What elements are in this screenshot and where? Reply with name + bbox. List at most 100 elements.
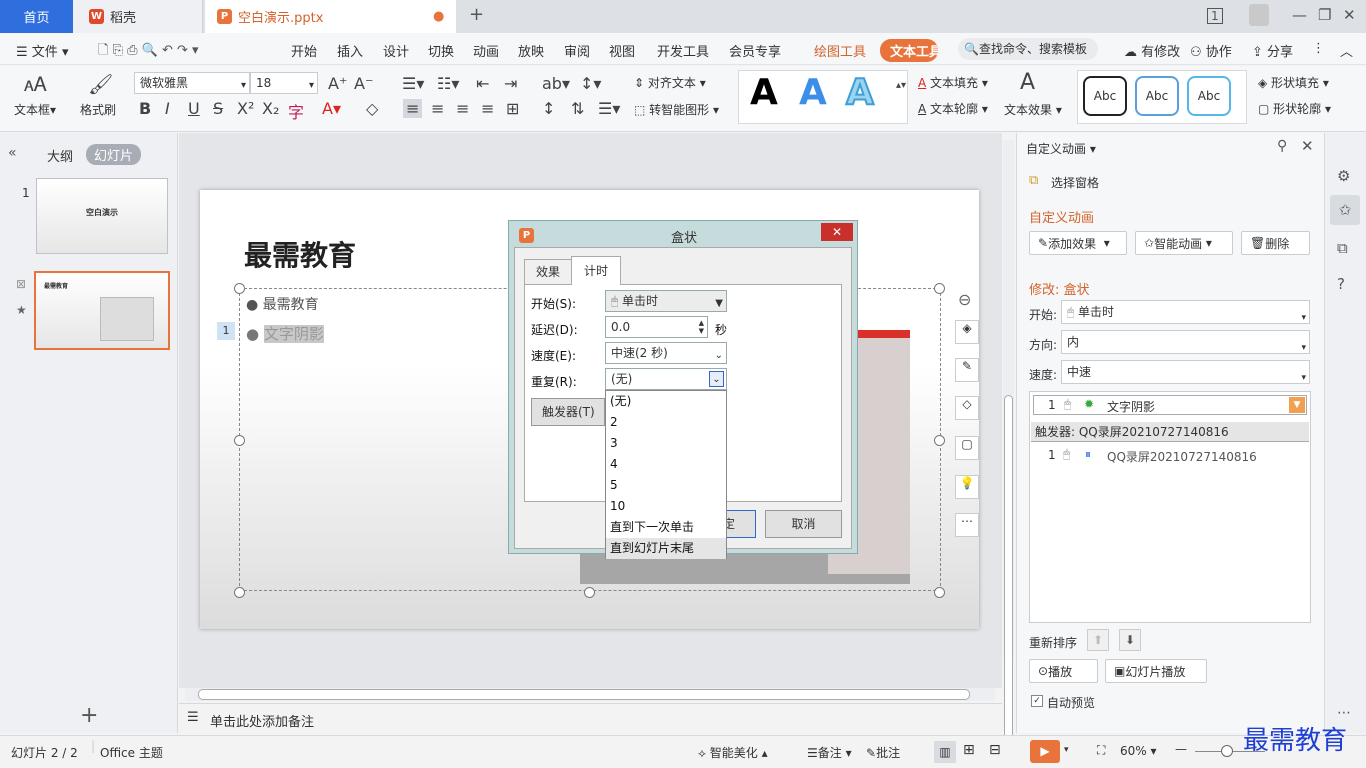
menu-file[interactable]: ☰ 文件 ▾ [16, 41, 68, 60]
text-effect-button[interactable]: 文本效果 ▾ [1004, 101, 1062, 118]
paragraph-icon[interactable]: ☰▾ [598, 99, 620, 118]
cancel-button[interactable]: 取消 [765, 510, 842, 538]
animation-item-1[interactable]: 1 🖱 ✹ 文字阴影 ▼ [1033, 395, 1307, 415]
font-color-icon[interactable]: A▾ [322, 99, 341, 118]
shape-style-2[interactable]: Abc [1135, 76, 1179, 116]
bullet-list-icon[interactable]: ☰▾ [402, 74, 424, 93]
increase-font-icon[interactable]: A⁺ [328, 74, 347, 93]
menu-drawing-tools[interactable]: 绘图工具 [814, 41, 866, 60]
start-select[interactable]: 🖱 单击时 ▼ [605, 290, 727, 312]
decrease-font-icon[interactable]: A⁻ [354, 74, 373, 93]
repeat-option[interactable]: 2 [606, 412, 726, 433]
menu-devtools[interactable]: 开发工具 [657, 41, 709, 60]
menu-design[interactable]: 设计 [383, 41, 409, 60]
menu-start[interactable]: 开始 [291, 41, 317, 60]
zoom-out-icon[interactable]: — [1175, 742, 1187, 756]
tab-timing[interactable]: 计时 [571, 256, 621, 285]
align-center-icon[interactable]: ≡ [431, 99, 444, 118]
menu-share[interactable]: ⇪ 分享 [1252, 41, 1293, 60]
justify-icon[interactable]: ≡ [481, 99, 494, 118]
collapse-float-icon[interactable]: ⊖ [958, 290, 971, 309]
frame-icon[interactable]: ▢ [955, 436, 979, 460]
resize-handle[interactable] [234, 587, 245, 598]
superscript-icon[interactable]: X² [237, 99, 254, 118]
add-slide-icon[interactable]: + [80, 703, 98, 728]
play-options-icon[interactable]: ▾ [1064, 745, 1069, 755]
sort-icon[interactable]: ↕▾ [580, 74, 601, 93]
fit-window-icon[interactable]: ⛶ [1097, 743, 1105, 758]
play-button[interactable]: ⊙ 播放 [1029, 659, 1098, 683]
zoom-slider-thumb[interactable] [1221, 745, 1233, 757]
pen-icon[interactable]: ✎ [955, 358, 979, 382]
pane-header[interactable]: 自定义动画 ▾ [1026, 140, 1096, 157]
delete-button[interactable]: 🗑 删除 [1241, 231, 1310, 255]
more-options-icon[interactable]: ⋯ [1337, 705, 1351, 721]
layers-icon[interactable]: ◈ [955, 320, 979, 344]
select-pane-link[interactable]: 选择窗格 [1051, 174, 1099, 191]
textbox-button[interactable]: 文本框▾ [14, 101, 56, 118]
animation-item-2[interactable]: QQ录屏20210727140816 [1107, 448, 1257, 465]
tab-daoke[interactable]: W 稻壳 [73, 0, 203, 33]
notes-area[interactable]: ☰ 单击此处添加备注 [179, 703, 1002, 733]
shape-outline-button[interactable]: ▢ 形状轮廓 ▾ [1258, 100, 1331, 117]
more-menu-icon[interactable]: ⋮ [1312, 41, 1325, 56]
align-left-icon[interactable]: ≡ [403, 99, 423, 118]
zoom-level[interactable]: 60% ▾ [1120, 744, 1157, 758]
menu-slideshow[interactable]: 放映 [518, 41, 544, 60]
menu-animation[interactable]: 动画 [473, 41, 499, 60]
font-size-select[interactable]: 18 ▾ [250, 72, 318, 94]
fill-icon[interactable]: ◇ [955, 396, 979, 420]
italic-icon[interactable]: I [165, 99, 170, 118]
bullet-2[interactable]: ● 文字阴影 [246, 323, 324, 344]
horizontal-scrollbar[interactable] [185, 688, 995, 701]
resize-handle[interactable] [584, 587, 595, 598]
collapse-ribbon-icon[interactable]: ︿ [1340, 41, 1353, 60]
resize-handle[interactable] [234, 283, 245, 294]
text-outline-button[interactable]: A 文本轮廓 ▾ [918, 100, 988, 117]
shape-style-3[interactable]: Abc [1187, 76, 1231, 116]
move-up-icon[interactable]: ⬆ [1087, 629, 1109, 651]
menu-text-tools[interactable]: 文本工具 [880, 39, 938, 62]
line-spacing-icon[interactable]: ↕ [542, 99, 555, 118]
resize-handle[interactable] [234, 435, 245, 446]
text-style-blue[interactable]: A [799, 72, 827, 113]
repeat-option[interactable]: 10 [606, 496, 726, 517]
bullet-1[interactable]: ● 最需教育 [246, 294, 319, 314]
repeat-select[interactable]: (无) ⌄ [605, 368, 727, 390]
text-style-black[interactable]: A [750, 72, 778, 113]
tab-slides[interactable]: 幻灯片 [86, 144, 142, 165]
notes-button[interactable]: ☰备注 ▾ [807, 744, 852, 761]
pin-icon[interactable]: ⚲ [1277, 138, 1287, 154]
sorter-view-icon[interactable]: ⊞ [963, 742, 975, 758]
transition-icon[interactable]: ⧉ [1337, 239, 1348, 257]
menu-insert[interactable]: 插入 [337, 41, 363, 60]
close-window-icon[interactable]: ✕ [1343, 6, 1356, 24]
lightbulb-icon[interactable]: 💡 [955, 475, 979, 499]
decrease-indent-icon[interactable]: ⇤ [476, 74, 489, 93]
add-effect-button[interactable]: ✎ 添加效果 ▾ [1029, 231, 1127, 255]
tab-outline[interactable]: 大纲 [47, 146, 73, 165]
trigger-header[interactable]: 触发器: QQ录屏20210727140816 [1031, 422, 1309, 442]
slide-thumbnail-2[interactable]: 最需教育 [34, 271, 170, 350]
repeat-option[interactable]: (无) [606, 391, 726, 412]
align-right-icon[interactable]: ≡ [456, 99, 469, 118]
bold-icon[interactable]: B [139, 99, 151, 118]
resize-handle[interactable] [934, 587, 945, 598]
item-dropdown-icon[interactable]: ▼ [1289, 397, 1305, 413]
font-name-select[interactable]: 微软雅黑 ▾ [134, 72, 250, 94]
paragraph-spacing-icon[interactable]: ⇅ [571, 99, 584, 118]
menu-transition[interactable]: 切换 [428, 41, 454, 60]
shape-fill-button[interactable]: ◈ 形状填充 ▾ [1258, 74, 1329, 91]
repeat-option[interactable]: 直到幻灯片末尾 [606, 538, 726, 559]
repeat-option[interactable]: 直到下一次单击 [606, 517, 726, 538]
text-fill-button[interactable]: A 文本填充 ▾ [918, 74, 988, 91]
move-down-icon[interactable]: ⬇ [1119, 629, 1141, 651]
slideshow-button[interactable]: ▣ 幻灯片播放 [1105, 659, 1207, 683]
comments-button[interactable]: ✎批注 [866, 744, 900, 761]
window-count-button[interactable]: 1 [1207, 8, 1223, 24]
animation-pane-icon[interactable]: ✩ [1330, 195, 1360, 225]
normal-view-icon[interactable]: ▥ [934, 741, 956, 763]
gallery-more-icon[interactable]: ▴▾ [896, 80, 906, 91]
menu-view[interactable]: 视图 [609, 41, 635, 60]
numbered-list-icon[interactable]: ☷▾ [437, 74, 459, 93]
